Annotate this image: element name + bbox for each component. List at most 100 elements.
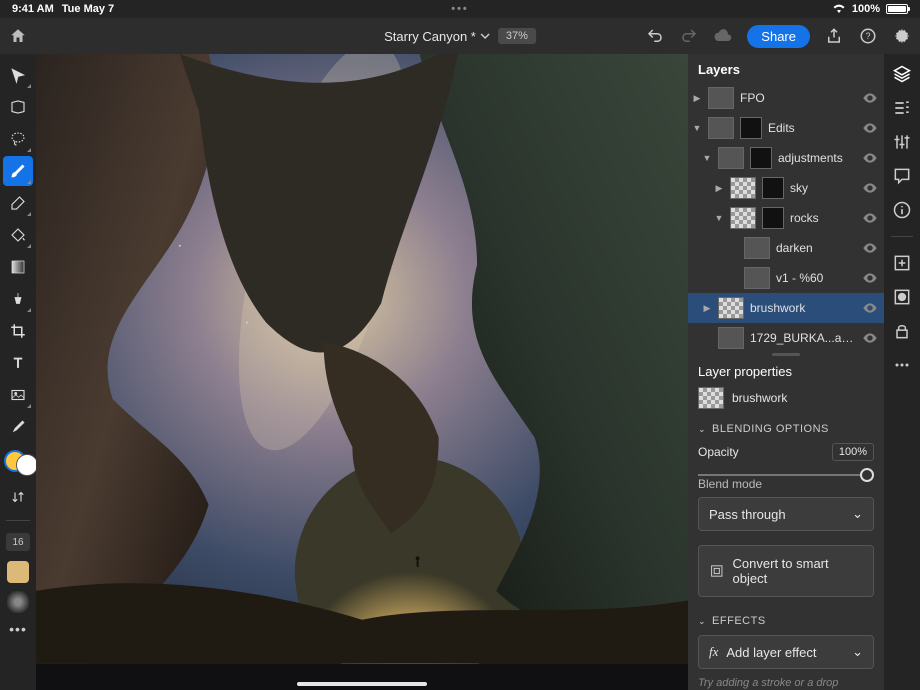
document-title-dropdown[interactable]: Starry Canyon * — [384, 29, 490, 44]
crop-tool[interactable] — [3, 316, 33, 346]
selected-layer-name: brushwork — [732, 391, 787, 405]
brush-color-preview[interactable] — [7, 561, 29, 583]
layer-properties-icon[interactable] — [890, 96, 914, 120]
clone-stamp-tool[interactable] — [3, 284, 33, 314]
brush-tool[interactable] — [3, 156, 33, 186]
layer-name[interactable]: brushwork — [750, 301, 856, 315]
layer-mask-thumbnail[interactable] — [740, 117, 762, 139]
undo-icon[interactable] — [645, 26, 665, 46]
layers-icon[interactable] — [890, 62, 914, 86]
layer-row[interactable]: v1 - %60 — [688, 263, 884, 293]
layer-thumbnail[interactable] — [708, 87, 734, 109]
visibility-eye-icon[interactable] — [862, 300, 878, 316]
layer-thumbnail[interactable] — [744, 267, 770, 289]
layer-row[interactable]: ▼ rocks — [688, 203, 884, 233]
convert-smart-object-button[interactable]: Convert to smart object — [698, 545, 874, 597]
share-button[interactable]: Share — [747, 25, 810, 48]
opacity-value[interactable]: 100% — [832, 443, 874, 461]
layer-name[interactable]: darken — [776, 241, 856, 255]
layer-mask-thumbnail[interactable] — [762, 177, 784, 199]
layer-name[interactable]: FPO — [740, 91, 856, 105]
disclosure-triangle-icon[interactable]: ▼ — [714, 213, 724, 223]
layer-row[interactable]: ▶ FPO — [688, 83, 884, 113]
chevron-down-icon: ⌄ — [698, 616, 706, 627]
layer-thumbnail[interactable] — [718, 327, 744, 349]
background-color-swatch[interactable] — [16, 454, 38, 476]
color-swatches[interactable] — [4, 448, 32, 480]
comments-icon[interactable] — [890, 164, 914, 188]
ipad-home-indicator[interactable] — [297, 682, 427, 686]
multitask-ellipsis-icon[interactable]: ••• — [451, 3, 469, 15]
eyedropper-tool[interactable] — [3, 412, 33, 442]
move-tool[interactable] — [3, 60, 33, 90]
blend-mode-dropdown[interactable]: Pass through ⌄ — [698, 497, 874, 531]
disclosure-triangle-icon[interactable]: ▶ — [714, 183, 724, 194]
more-tools-icon[interactable]: ••• — [9, 621, 27, 637]
home-icon[interactable] — [8, 26, 28, 46]
gradient-tool[interactable] — [3, 252, 33, 282]
layer-thumbnail[interactable] — [744, 237, 770, 259]
visibility-eye-icon[interactable] — [862, 270, 878, 286]
adjustments-icon[interactable] — [890, 130, 914, 154]
text-tool[interactable]: T — [3, 348, 33, 378]
fill-tool[interactable] — [3, 220, 33, 250]
eraser-tool[interactable] — [3, 188, 33, 218]
zoom-level[interactable]: 37% — [498, 28, 536, 44]
visibility-eye-icon[interactable] — [862, 240, 878, 256]
layer-name[interactable]: rocks — [790, 211, 856, 225]
mask-icon[interactable] — [890, 285, 914, 309]
visibility-eye-icon[interactable] — [862, 120, 878, 136]
layer-name[interactable]: v1 - %60 — [776, 271, 856, 285]
layer-row[interactable]: ▶ sky — [688, 173, 884, 203]
layer-name[interactable]: sky — [790, 181, 856, 195]
layer-list: ▶ FPO ▼ Edits ▼ adjustments ▶ sky ▼ rocks darken v1… — [688, 83, 884, 353]
layer-thumbnail[interactable] — [718, 297, 744, 319]
visibility-eye-icon[interactable] — [862, 330, 878, 346]
layer-row[interactable]: ▼ Edits — [688, 113, 884, 143]
add-layer-icon[interactable] — [890, 251, 914, 275]
canvas[interactable] — [36, 54, 688, 690]
layer-row[interactable]: 1729_BURKA...anced-NR33 — [688, 323, 884, 353]
visibility-eye-icon[interactable] — [862, 90, 878, 106]
swap-colors-icon[interactable] — [3, 482, 33, 512]
settings-gear-icon[interactable] — [892, 26, 912, 46]
layer-row[interactable]: ▼ adjustments — [688, 143, 884, 173]
disclosure-triangle-icon[interactable]: ▶ — [692, 93, 702, 104]
redo-icon[interactable] — [679, 26, 699, 46]
layer-name[interactable]: adjustments — [778, 151, 856, 165]
place-image-tool[interactable] — [3, 380, 33, 410]
add-layer-effect-button[interactable]: fx Add layer effect ⌄ — [698, 635, 874, 669]
layer-name[interactable]: Edits — [768, 121, 856, 135]
lasso-tool[interactable] — [3, 124, 33, 154]
visibility-eye-icon[interactable] — [862, 180, 878, 196]
brush-hardness-preview[interactable] — [7, 591, 29, 613]
layer-thumbnail[interactable] — [730, 207, 756, 229]
effects-header[interactable]: ⌄ EFFECTS — [688, 607, 884, 631]
info-icon[interactable] — [890, 198, 914, 222]
layer-row[interactable]: darken — [688, 233, 884, 263]
disclosure-triangle-icon[interactable]: ▶ — [702, 303, 712, 314]
help-icon[interactable]: ? — [858, 26, 878, 46]
layer-row[interactable]: ▶ brushwork — [688, 293, 884, 323]
wifi-icon — [832, 3, 846, 16]
disclosure-triangle-icon[interactable]: ▼ — [692, 123, 702, 133]
transform-tool[interactable] — [3, 92, 33, 122]
disclosure-triangle-icon[interactable]: ▼ — [702, 153, 712, 163]
layer-thumbnail[interactable] — [708, 117, 734, 139]
layer-mask-thumbnail[interactable] — [750, 147, 772, 169]
export-icon[interactable] — [824, 26, 844, 46]
blending-options-header[interactable]: ⌄ BLENDING OPTIONS — [688, 415, 884, 439]
lock-icon[interactable] — [890, 319, 914, 343]
layer-mask-thumbnail[interactable] — [762, 207, 784, 229]
layer-thumbnail[interactable] — [718, 147, 744, 169]
layer-thumbnail[interactable] — [730, 177, 756, 199]
layer-name[interactable]: 1729_BURKA...anced-NR33 — [750, 331, 856, 345]
right-panel: Layers ▶FPO▼Edits▼adjustments▶sky▼rocksd… — [688, 54, 884, 690]
visibility-eye-icon[interactable] — [862, 150, 878, 166]
visibility-eye-icon[interactable] — [862, 210, 878, 226]
more-options-icon[interactable] — [890, 353, 914, 377]
ipad-status-bar: 9:41 AM Tue May 7 ••• 100% — [0, 0, 920, 18]
cloud-sync-icon[interactable] — [713, 26, 733, 46]
brush-size-value[interactable]: 16 — [6, 533, 30, 551]
smart-object-icon — [709, 563, 725, 579]
